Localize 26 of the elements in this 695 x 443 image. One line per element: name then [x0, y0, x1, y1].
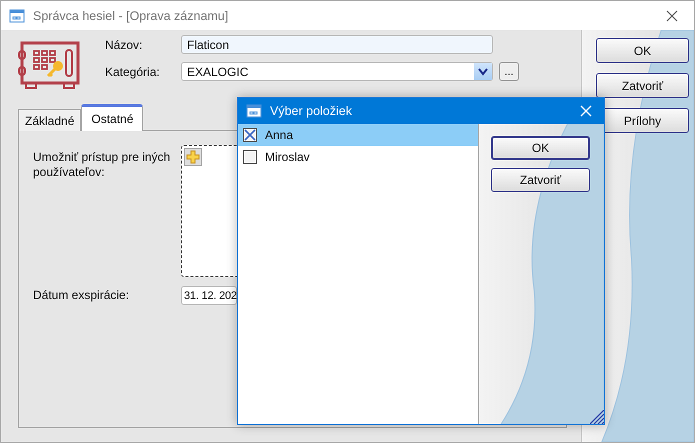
dialog-button[interactable]: Zatvoriť	[596, 73, 689, 98]
dialog-button[interactable]: Zatvoriť	[491, 168, 590, 192]
more-button[interactable]: ...	[499, 62, 519, 81]
window-icon	[9, 8, 25, 24]
dialog-title: Výber položiek	[270, 104, 353, 118]
window-title: Správca hesiel - [Oprava záznamu]	[33, 8, 230, 22]
tab[interactable]: Základné	[18, 109, 82, 131]
window-icon	[246, 103, 262, 119]
resize-grip-icon[interactable]	[590, 410, 604, 424]
field-label: Umožniť prístup pre iných používateľov:	[33, 149, 172, 181]
dialog-button[interactable]: OK	[596, 38, 689, 63]
checkbox[interactable]	[243, 150, 257, 164]
close-icon[interactable]	[666, 10, 678, 22]
safe-icon	[18, 41, 82, 91]
category-dropdown[interactable]: EXALOGIC	[181, 62, 493, 81]
checkbox[interactable]	[243, 128, 257, 142]
field-label: Názov:	[105, 38, 144, 52]
tab[interactable]: Ostatné	[81, 104, 144, 131]
field-label: Dátum exspirácie:	[33, 288, 130, 303]
chevron-down-icon[interactable]	[474, 63, 492, 80]
input-field[interactable]: Flaticon	[181, 35, 493, 54]
list-item[interactable]: Miroslav	[238, 146, 478, 168]
dialog-button[interactable]: OK	[491, 136, 590, 160]
list-item[interactable]: Anna	[238, 124, 478, 146]
date-field[interactable]: 31. 12. 202	[181, 286, 237, 305]
field-label: Kategória:	[105, 64, 161, 78]
